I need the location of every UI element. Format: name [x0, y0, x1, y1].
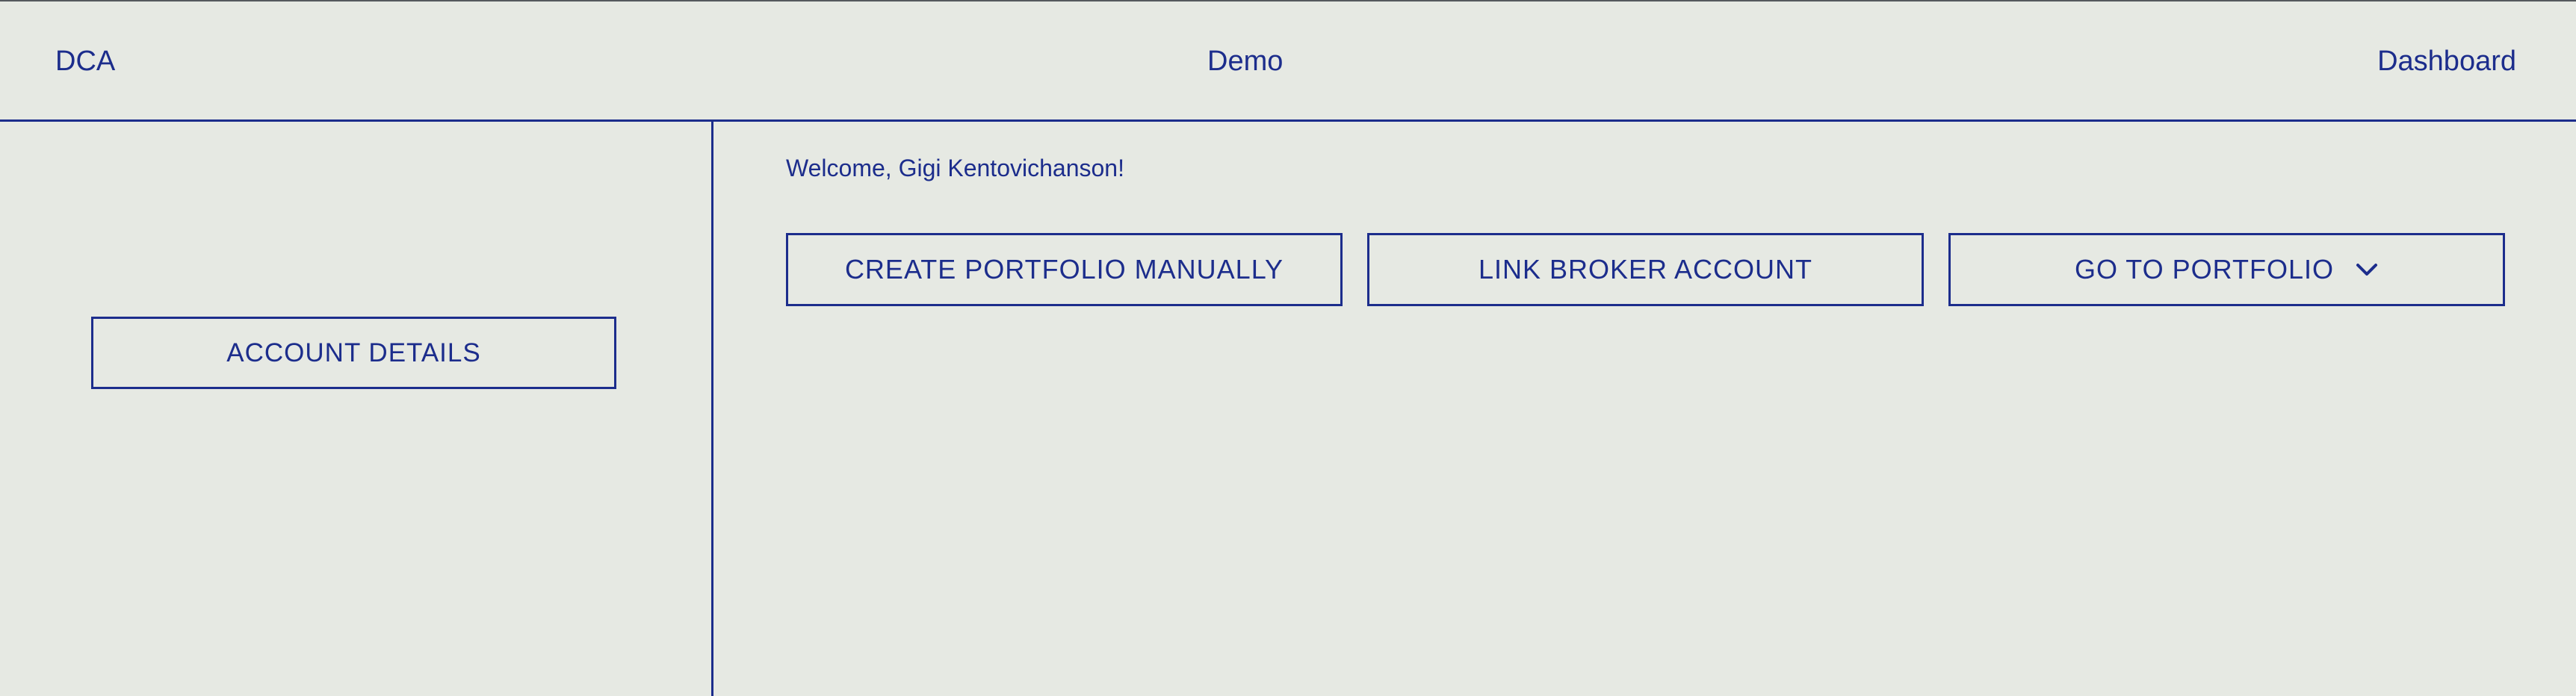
go-to-portfolio-label: GO TO PORTFOLIO	[2074, 254, 2335, 285]
go-to-portfolio-dropdown-button[interactable]: GO TO PORTFOLIO	[1948, 233, 2505, 306]
welcome-message: Welcome, Gigi Kentovichanson!	[786, 155, 1124, 181]
brand-logo[interactable]: DCA	[55, 43, 115, 79]
create-portfolio-manually-button[interactable]: CREATE PORTFOLIO MANUALLY	[786, 233, 1343, 306]
sidebar: ACCOUNT DETAILS	[0, 122, 713, 696]
demo-label: Demo	[1207, 46, 1284, 77]
main-content: Welcome, Gigi Kentovichanson! CREATE POR…	[713, 122, 2576, 696]
dashboard-link[interactable]: Dashboard	[2377, 43, 2516, 79]
account-details-button[interactable]: ACCOUNT DETAILS	[91, 317, 616, 389]
link-broker-account-label: LINK BROKER ACCOUNT	[1478, 254, 1813, 285]
create-portfolio-manually-label: CREATE PORTFOLIO MANUALLY	[844, 254, 1284, 285]
app-page: DCA Demo Dashboard ACCOUNT DETAILS Welco…	[0, 0, 2576, 696]
link-broker-account-button[interactable]: LINK BROKER ACCOUNT	[1367, 233, 1924, 306]
top-header: DCA Demo Dashboard	[0, 1, 2576, 122]
chevron-down-icon	[2355, 262, 2379, 277]
